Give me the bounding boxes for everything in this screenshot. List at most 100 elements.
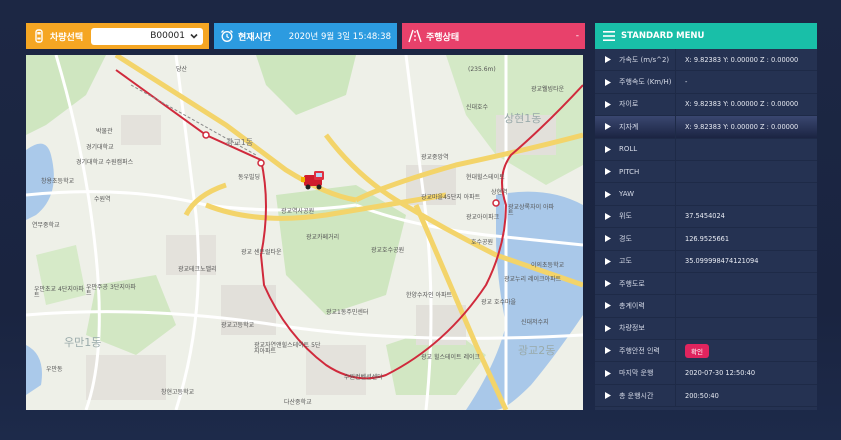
menu-row-label: 총 운행시간 — [619, 391, 654, 400]
menu-row-vehicle-info[interactable]: 차량정보 — [595, 317, 817, 341]
menu-row-label: YAW — [619, 190, 635, 199]
map-label: 우만주공 3단지아파트 — [86, 284, 136, 297]
map-label: 광교1동주민센터 — [326, 309, 369, 316]
map-label: (235.6m) — [468, 66, 496, 73]
menu-row-magnetometer[interactable]: 지자계 X: 9.82383 Y: 0.00000 Z : 0.00000 — [595, 116, 817, 139]
hamburger-menu-icon[interactable] — [603, 31, 615, 41]
menu-row-gyro[interactable]: 자이로 X: 9.82383 Y: 0.00000 Z : 0.00000 — [595, 93, 817, 117]
menu-row-driving-road[interactable]: 주행도로 — [595, 272, 817, 296]
vehicle-selected-value: B00001 — [150, 31, 185, 41]
play-icon — [601, 78, 615, 86]
map-label: 광교역사공원 — [281, 208, 315, 215]
current-time-bar: 현재시간 2020년 9월 3일 15:48:38 — [214, 23, 397, 49]
menu-row-label: 주행안전 인력 — [619, 346, 660, 355]
menu-row-label: 자이로 — [619, 100, 639, 109]
play-icon — [601, 347, 615, 355]
driving-status-bar: 주행상태 - — [402, 23, 585, 49]
chevron-down-icon — [190, 33, 198, 39]
map-label: 광교테크노밸리 — [178, 266, 217, 273]
menu-row-value: 126.9525661 — [685, 234, 730, 243]
play-icon — [601, 212, 615, 220]
map-label: 상현1동 — [504, 112, 542, 125]
menu-row-total-drive-time[interactable]: 총 운행시간 200:50:40 — [595, 384, 817, 408]
menu-row-value: X: 9.82383 Y: 0.00000 Z : 0.00000 — [685, 55, 799, 64]
map-base — [26, 55, 583, 410]
map-label: 신대저수지 — [521, 319, 549, 326]
map-label: 경기대학교 수원캠퍼스 — [76, 159, 134, 166]
menu-row-label: 주행속도 (Km/H) — [619, 78, 672, 87]
menu-row-label: 지자계 — [619, 122, 639, 131]
menu-row-latitude[interactable]: 위도 37.5454024 — [595, 205, 817, 229]
map-label: 광교1동 — [226, 138, 254, 147]
vehicle-dropdown[interactable]: B00001 — [91, 27, 203, 45]
menu-row-yaw[interactable]: YAW — [595, 183, 817, 206]
menu-row-label: 위도 — [619, 212, 632, 221]
menu-row-label: 차량정보 — [619, 324, 645, 333]
map-label: 광교 센트럴타운 — [241, 249, 282, 256]
menu-row-value: - — [685, 78, 688, 87]
map-label: 광교카페거리 — [306, 234, 340, 241]
confirm-button[interactable]: 확인 — [685, 343, 709, 358]
map-label: 한양수자인 아파트 — [406, 292, 453, 299]
map-view[interactable]: 당산 (235.6m) 상현1동 광교1동 광교중앙역 광교카페거리 광교2동 … — [26, 55, 583, 410]
map-label: 광교호수공원 — [371, 247, 405, 254]
play-icon — [601, 257, 615, 265]
map-label: 다산중학교 — [284, 399, 312, 406]
map-label: 광교자연앤힐스테이트 5단지아파트 — [254, 342, 321, 355]
map-label: 박물관 — [96, 128, 113, 135]
play-icon — [601, 145, 615, 153]
menu-row-speed[interactable]: 주행속도 (Km/H) - — [595, 71, 817, 94]
play-icon — [601, 392, 615, 400]
menu-row-value: 2020-07-30 12:50:40 — [685, 369, 756, 378]
menu-row-value: X: 9.82383 Y: 0.00000 Z : 0.00000 — [685, 122, 799, 131]
play-icon — [601, 235, 615, 243]
vehicle-select-bar: 차량선택 B00001 — [26, 23, 209, 49]
menu-row-roll[interactable]: ROLL — [595, 138, 817, 161]
map-label: 창현고등학교 — [161, 389, 195, 396]
menu-row-value: 37.5454024 — [685, 212, 725, 221]
map-label: 현대힐스테이트 — [466, 174, 505, 181]
map-label: 광교마을45단지 아파트 — [421, 194, 481, 201]
standard-menu-panel: STANDARD MENU 가속도 (m/s^2) X: 9.82383 Y: … — [595, 23, 817, 410]
map-label: 우만1동 — [64, 336, 102, 349]
map-label: 우만초교 4단지아파트 — [34, 286, 84, 299]
play-icon — [601, 168, 615, 176]
menu-row-pitch[interactable]: PITCH — [595, 160, 817, 184]
car-icon — [35, 29, 43, 43]
menu-row-value: 35.099998474121094 — [685, 257, 759, 266]
map-label: 수원컨벤션센터 — [344, 374, 383, 381]
play-icon — [601, 100, 615, 108]
map-label: 상현역 — [491, 189, 508, 196]
map-label: 우만동 — [46, 366, 63, 373]
map-label: 광교2동 — [518, 344, 556, 357]
menu-row-history[interactable]: 총계이력 — [595, 295, 817, 318]
status-label: 주행상태 — [426, 32, 460, 43]
map-label: 광교 호수마을 — [481, 299, 517, 306]
status-value: - — [575, 31, 579, 41]
menu-row-label: 주행도로 — [619, 279, 645, 288]
menu-row-label: 마지막 운행 — [619, 369, 654, 378]
play-icon — [601, 324, 615, 332]
menu-row-label: 가속도 (m/s^2) — [619, 55, 670, 64]
menu-header: STANDARD MENU — [595, 23, 817, 49]
menu-row-longitude[interactable]: 경도 126.9525661 — [595, 228, 817, 251]
map-label: 광교누리 레이크아파트 — [504, 276, 562, 283]
menu-row-altitude[interactable]: 고도 35.099998474121094 — [595, 250, 817, 273]
play-icon — [601, 369, 615, 377]
road-icon — [408, 29, 422, 43]
time-value: 2020년 9월 3일 15:48:38 — [288, 32, 391, 42]
map-label: 창용초등학교 — [41, 178, 75, 185]
map-label: 경기대학교 — [86, 144, 114, 151]
menu-row-label: ROLL — [619, 145, 638, 154]
map-label: 당산 — [176, 66, 188, 73]
menu-row-last-drive[interactable]: 마지막 운행 2020-07-30 12:50:40 — [595, 362, 817, 385]
menu-row-label: 총계이력 — [619, 301, 645, 310]
map-label: 호수공원 — [471, 239, 494, 246]
menu-title: STANDARD MENU — [621, 31, 705, 41]
menu-row-safety-input[interactable]: 주행안전 인력 확인 — [595, 340, 817, 363]
menu-row-acceleration[interactable]: 가속도 (m/s^2) X: 9.82383 Y: 0.00000 Z : 0.… — [595, 49, 817, 72]
menu-row-label: 고도 — [619, 257, 632, 266]
map-label: 광교웰빙타운 — [531, 86, 565, 93]
menu-row-value: X: 9.82383 Y: 0.00000 Z : 0.00000 — [685, 100, 799, 109]
map-label: 동우빌딩 — [238, 174, 261, 181]
